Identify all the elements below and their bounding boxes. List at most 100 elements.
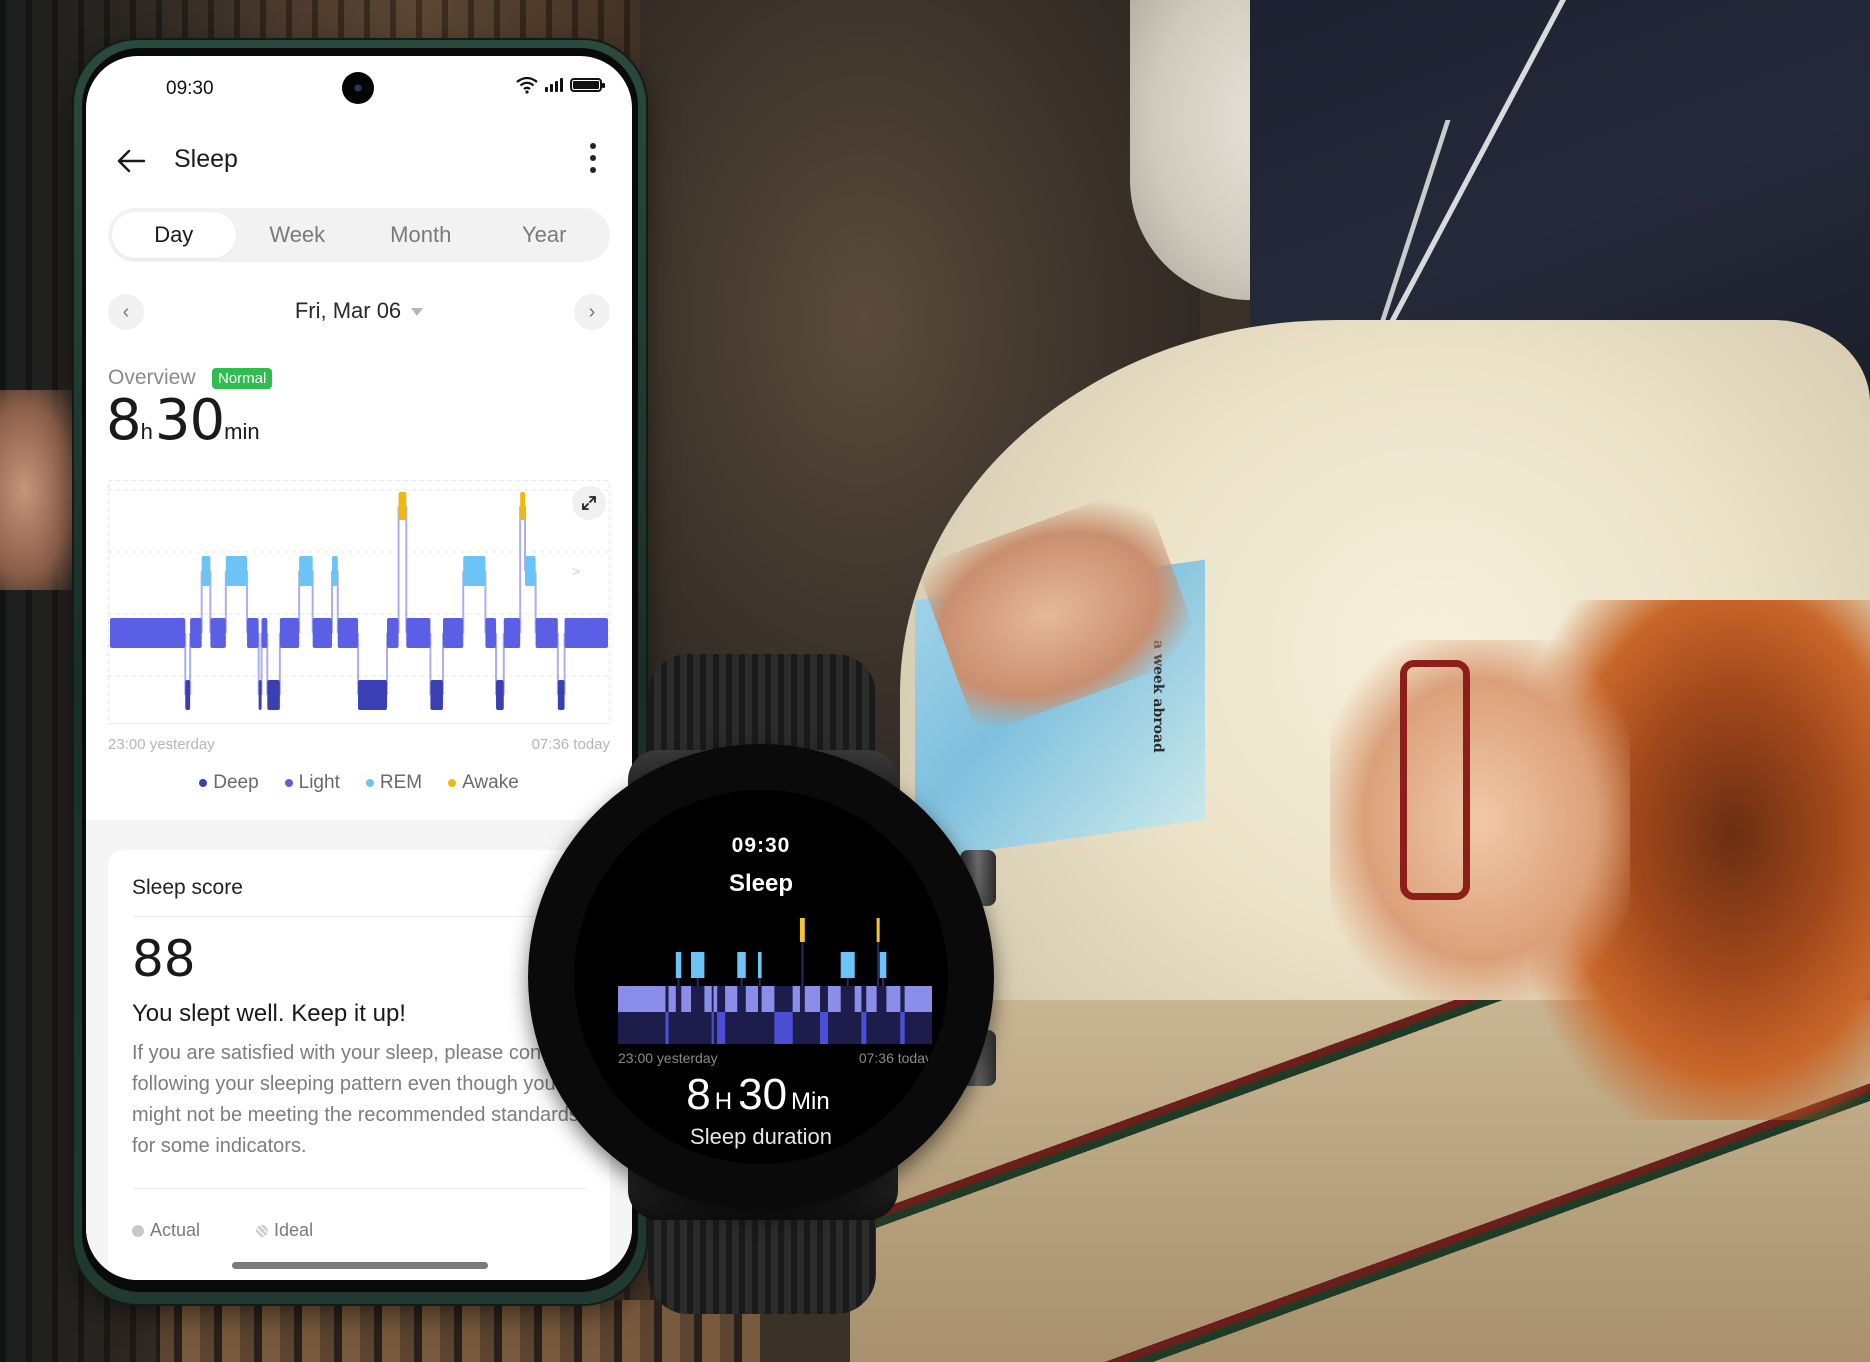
divider [132, 1188, 586, 1189]
watch-stage-stem [740, 978, 743, 986]
sleep-duration: 8h30min [106, 388, 262, 453]
legend-awake: Awake [448, 772, 519, 794]
stage-bar-awake [398, 492, 407, 520]
stage-bar-rem [201, 556, 211, 586]
duration-minutes-unit: min [224, 419, 260, 444]
watch-stage-stem [846, 978, 849, 986]
watch-stage-bar-rem [757, 952, 762, 978]
watch-title: Sleep [728, 870, 794, 897]
stage-bar-light [503, 618, 521, 648]
next-day-button[interactable]: › [574, 294, 610, 330]
watch-stage-bar-light [904, 986, 932, 1012]
arm [0, 390, 80, 590]
watch-subtitle: Sleep duration [690, 1124, 832, 1149]
stage-bar-deep [430, 680, 443, 710]
chart-start-label: 23:00 yesterday [108, 736, 215, 753]
stage-bar-light [247, 618, 259, 648]
stage-bar-deep [358, 680, 387, 710]
app-header: Sleep [86, 136, 632, 186]
legend-dot-deep [199, 779, 208, 787]
stage-bar-light [564, 618, 608, 648]
stage-bar-deep [267, 680, 280, 710]
duration-minutes: 30 [154, 388, 225, 453]
legend-label: REM [379, 772, 423, 793]
watch-stage-bar-light [668, 986, 676, 1012]
watch-stage-stem [877, 942, 880, 986]
ideal-dot-icon [256, 1224, 269, 1237]
watch-stage-bar-deep [774, 1012, 793, 1044]
battery-icon [570, 78, 605, 92]
tab-year[interactable]: Year [483, 212, 607, 258]
watch-stage-stem [758, 978, 761, 986]
signal-icon [545, 78, 563, 92]
watch-duration-minutes: 30 [738, 1070, 788, 1119]
watch-time: 09:30 [731, 834, 791, 857]
watch-stage-bar-deep [711, 1012, 714, 1044]
watch-stage-stem [696, 978, 699, 986]
watch-stage-bar-rem [840, 952, 855, 978]
watch-duration-hours: 8 [686, 1070, 711, 1119]
chart-marker: > [572, 563, 580, 579]
stage-bar-light [406, 618, 431, 648]
watch-duration-hours-unit: H [714, 1088, 733, 1115]
watch-stage-bar-light [886, 986, 901, 1012]
tab-day[interactable]: Day [112, 212, 236, 258]
tab-month[interactable]: Month [359, 212, 483, 258]
duration-hours: 8 [106, 388, 142, 453]
watch-stage-bar-light [681, 986, 692, 1012]
watch-stage-bar-light [854, 986, 862, 1012]
actual-dot-icon [132, 1224, 144, 1237]
watch-stage-bar-deep [717, 1012, 726, 1044]
stage-bar-light [110, 618, 186, 648]
watch-stage-bar-deep [900, 1012, 905, 1044]
stage-bar-light [279, 618, 300, 648]
watch-stage-bar-light [827, 986, 841, 1012]
watch-stage-bar-awake [876, 918, 880, 942]
legend-light: Light [284, 772, 340, 794]
watch-chart-end-label: 07:36 today [858, 1050, 932, 1066]
watch-stage-stem [801, 942, 804, 986]
stage-bar-light [261, 618, 268, 648]
expand-chart-button[interactable] [572, 486, 606, 520]
legend-actual: Actual [132, 1220, 200, 1241]
watch-hypnogram-svg [618, 918, 932, 1044]
legend-label: Deep [213, 772, 259, 793]
duration-hours-unit: h [140, 419, 153, 444]
watch-duration-minutes-unit: Min [791, 1088, 830, 1115]
stage-bar-light [337, 618, 359, 648]
stage-bar-light [312, 618, 332, 648]
watch-stage-bar-light [725, 986, 738, 1012]
date-picker[interactable]: Fri, Mar 06 [108, 298, 610, 324]
watch-stage-bar-light [792, 986, 800, 1012]
watch-stage-bar-rem [737, 952, 746, 978]
status-badge: Normal [212, 368, 273, 389]
back-arrow-icon[interactable] [114, 146, 150, 176]
smartwatch: 09:30 Sleep 23:00 yesterday 07:36 today … [520, 650, 1010, 1320]
watch-stage-bar-rem [879, 952, 887, 978]
watch-stage-bar-rem [691, 952, 705, 978]
caret-down-icon [411, 308, 424, 317]
watch-stage-bar-rem [675, 952, 682, 978]
stage-bar-light [386, 618, 399, 648]
sleep-score-message: You slept well. Keep it up! [132, 1000, 406, 1027]
watch-stage-bar-deep [861, 1012, 867, 1044]
face [1330, 640, 1630, 1000]
more-vertical-icon[interactable] [588, 143, 598, 177]
legend-deep: Deep [199, 772, 259, 794]
status-icons [516, 76, 605, 94]
legend-dot-light [284, 779, 293, 787]
watch-stage-bar-light [618, 986, 666, 1012]
watch-stage-stem [677, 978, 680, 986]
legend-label: Awake [462, 772, 519, 793]
stage-bar-light [190, 618, 202, 648]
tab-week[interactable]: Week [236, 212, 360, 258]
watch-stage-bar-deep [820, 1012, 828, 1044]
home-indicator[interactable] [232, 1262, 488, 1269]
stage-bar-awake [520, 492, 525, 520]
watch-stage-bar-deep [665, 1012, 669, 1044]
watch-stage-bar-light [704, 986, 712, 1012]
stage-bar-rem [525, 556, 536, 586]
expand-icon [582, 496, 596, 510]
period-tabs: Day Week Month Year [108, 208, 610, 262]
stage-bar-deep [258, 680, 262, 710]
